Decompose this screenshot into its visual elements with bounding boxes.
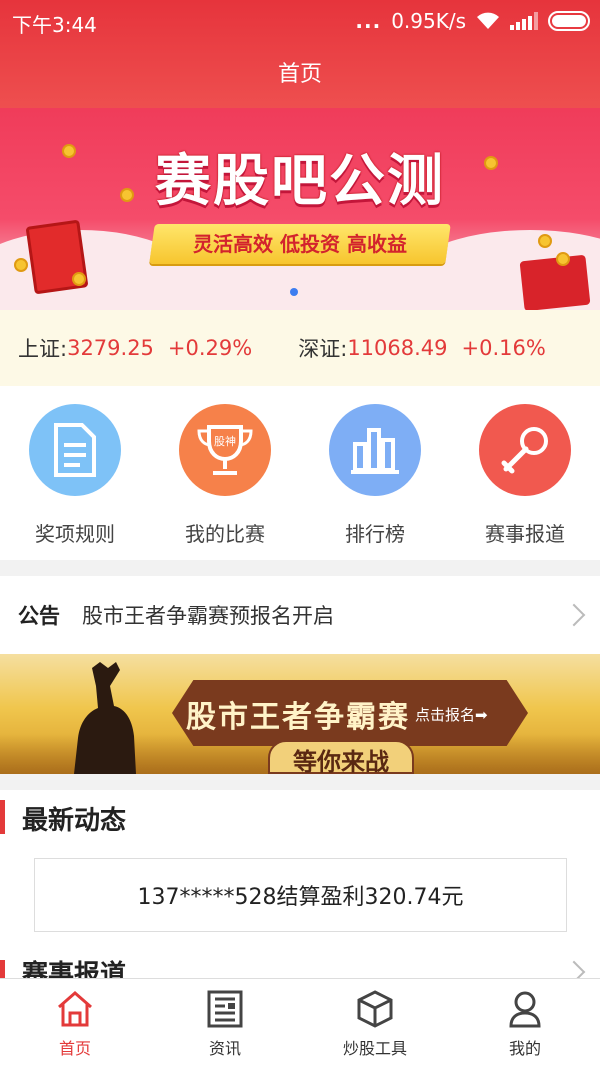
banner-subtitle: 灵活高效 低投资 高收益: [193, 232, 407, 256]
index-change: +0.16%: [461, 336, 546, 360]
shortcut-label: 赛事报道: [485, 522, 565, 546]
index-label: 上证:: [18, 337, 68, 361]
section-title: 最新动态: [22, 806, 127, 836]
index-change: +0.29%: [167, 336, 253, 360]
index-label: 深证:: [298, 337, 348, 361]
index-value: 3279.25: [67, 336, 154, 360]
chevron-right-icon: [562, 603, 586, 627]
promo-title: 股市王者争霸赛: [186, 700, 410, 735]
announcement-bar[interactable]: 公告 股市王者争霸赛预报名开启: [0, 576, 600, 654]
champion-silhouette: [74, 662, 136, 774]
index-value: 11068.49: [347, 336, 448, 360]
trophy-icon: 股神: [179, 404, 271, 496]
tab-label: 首页: [58, 1039, 91, 1058]
index-shenzhen[interactable]: 深证: 11068.49 +0.16%: [298, 333, 546, 363]
shortcut-label: 我的比赛: [185, 522, 265, 546]
shortcut-label: 奖项规则: [35, 522, 115, 546]
bottom-tab-bar: 首页 资讯 炒股工具 我的: [0, 978, 600, 1067]
signal-icon: [510, 12, 538, 30]
shortcut-label: 排行榜: [345, 522, 405, 546]
tab-label: 炒股工具: [342, 1039, 407, 1058]
cube-icon: [357, 990, 393, 1028]
gift-box-icon: [519, 254, 591, 310]
tab-news[interactable]: 资讯: [150, 979, 300, 1067]
status-time: 下午3:44: [12, 13, 97, 37]
news-item[interactable]: 137*****528结算盈利320.74元: [34, 858, 567, 932]
status-bar: 下午3:44 ... 0.95K/s: [0, 0, 600, 44]
shortcut-grid: 奖项规则 股神 我的比赛 排行榜 赛事报道: [0, 386, 600, 560]
user-icon: [509, 991, 541, 1028]
market-index-bar: 上证: 3279.25 +0.29% 深证: 11068.49 +0.16%: [0, 310, 600, 386]
promo-banner[interactable]: 股市王者争霸赛 点击报名➡ 等你来战: [0, 654, 600, 774]
network-speed: 0.95K/s: [391, 9, 466, 33]
shortcut-event-reports[interactable]: 赛事报道: [450, 386, 600, 560]
promo-signup-link[interactable]: 点击报名➡: [415, 704, 488, 725]
announcement-tag: 公告: [18, 604, 60, 628]
tab-home[interactable]: 首页: [0, 979, 150, 1067]
announcement-text: 股市王者争霸赛预报名开启: [82, 604, 334, 628]
carousel-indicator: [290, 288, 298, 296]
tab-label: 我的: [508, 1039, 541, 1058]
bar-chart-icon: [329, 404, 421, 496]
banner-carousel[interactable]: 赛股吧公测 灵活高效 低投资 高收益: [0, 108, 600, 310]
promo-subtitle: 等你来战: [293, 748, 389, 774]
shortcut-award-rules[interactable]: 奖项规则: [0, 386, 150, 560]
tab-me[interactable]: 我的: [450, 979, 600, 1067]
page-title: 首页: [277, 62, 322, 87]
shortcut-my-games[interactable]: 股神 我的比赛: [150, 386, 300, 560]
document-icon: [29, 404, 121, 496]
tab-label: 资讯: [208, 1039, 241, 1058]
shortcut-leaderboard[interactable]: 排行榜: [300, 386, 450, 560]
section-marker: [0, 800, 5, 834]
banner-title: 赛股吧公测: [155, 149, 445, 214]
status-right: ... 0.95K/s: [355, 9, 590, 33]
tab-tools[interactable]: 炒股工具: [300, 979, 450, 1067]
battery-icon: [548, 11, 590, 31]
index-shanghai[interactable]: 上证: 3279.25 +0.29%: [18, 333, 252, 363]
status-dots: ...: [355, 9, 382, 33]
svg-text:股神: 股神: [214, 434, 236, 448]
microphone-icon: [479, 404, 571, 496]
wifi-icon: [477, 12, 499, 29]
news-icon: [207, 990, 243, 1028]
home-icon: [58, 991, 92, 1027]
top-bar: 下午3:44 ... 0.95K/s 首页: [0, 0, 600, 108]
